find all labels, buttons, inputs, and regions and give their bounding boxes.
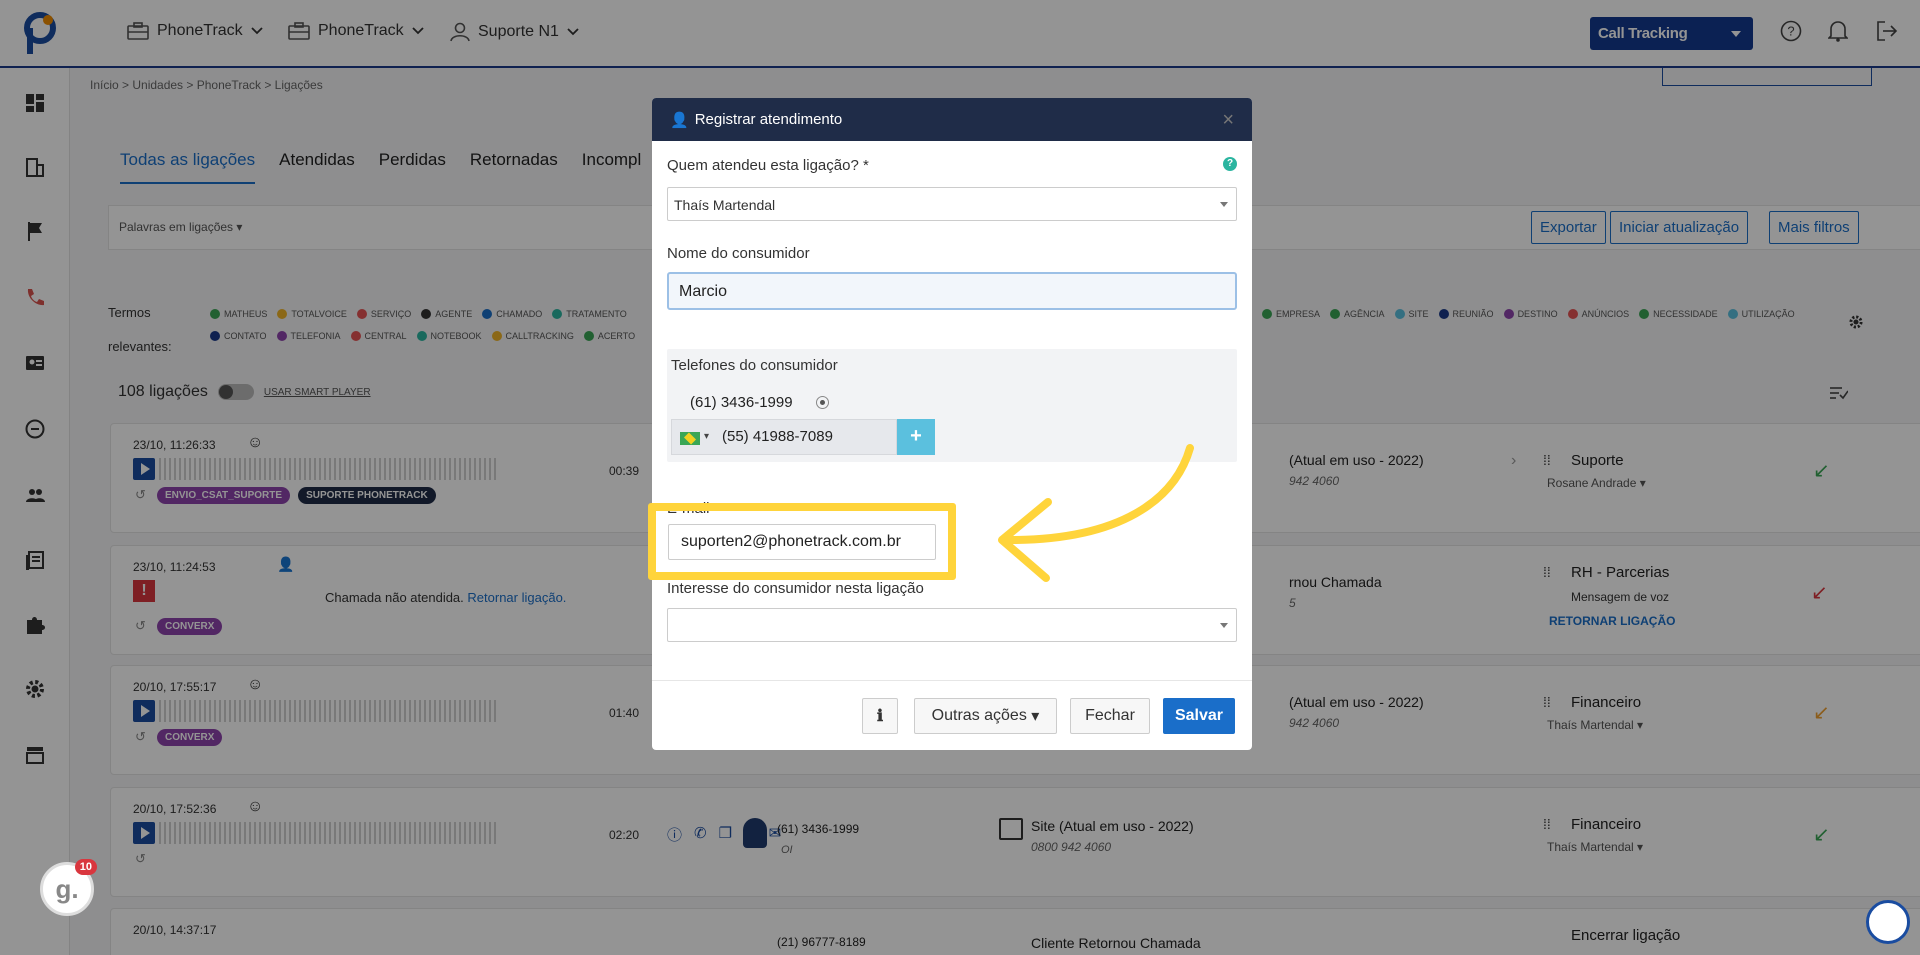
- modal-title: Registrar atendimento: [694, 111, 843, 128]
- other-actions-label: Outras ações: [931, 707, 1027, 724]
- modal-header: 👤 Registrar atendimento ×: [652, 98, 1252, 141]
- consumer-name-input[interactable]: Marcio: [667, 272, 1237, 310]
- close-icon[interactable]: ×: [1222, 109, 1234, 132]
- register-call-modal: 👤 Registrar atendimento × Quem atendeu e…: [652, 98, 1252, 750]
- save-button[interactable]: Salvar: [1163, 698, 1235, 734]
- interest-select[interactable]: [667, 608, 1237, 642]
- consumer-phones-label: Telefones do consumidor: [671, 357, 838, 374]
- interest-label: Interesse do consumidor nesta ligação: [667, 580, 924, 597]
- who-answered-select[interactable]: Thaís Martendal: [667, 187, 1237, 221]
- user-icon: 👤: [670, 111, 689, 129]
- email-highlight-box: [648, 503, 956, 580]
- support-chat-button[interactable]: [1866, 900, 1910, 944]
- info-icon: ℹ: [876, 708, 884, 725]
- info-button[interactable]: ℹ: [862, 698, 898, 734]
- modal-footer: ℹ Outras ações ▾ Fechar Salvar: [652, 680, 1252, 750]
- caret-down-icon: [1220, 202, 1228, 207]
- new-phone-input[interactable]: ▾ (55) 41988-7089: [671, 419, 897, 455]
- help-icon[interactable]: ?: [1223, 157, 1237, 171]
- tutorial-arrow-icon: [998, 444, 1194, 582]
- who-answered-value: Thaís Martendal: [674, 197, 776, 213]
- g-logo-icon: g.: [55, 873, 79, 904]
- brazil-flag-icon[interactable]: [680, 432, 700, 445]
- consumer-phone-1: (61) 3436-1999: [690, 394, 793, 411]
- add-phone-button[interactable]: +: [897, 419, 935, 455]
- caret-down-icon: ▾: [704, 431, 710, 442]
- consumer-name-label: Nome do consumidor: [667, 245, 810, 262]
- other-actions-button[interactable]: Outras ações ▾: [914, 698, 1057, 734]
- g-assistant-badge[interactable]: g. 10: [40, 859, 97, 916]
- caret-down-icon: [1220, 623, 1228, 628]
- notification-count: 10: [74, 859, 97, 875]
- caret-down-icon: ▾: [1031, 708, 1040, 725]
- primary-phone-radio[interactable]: [816, 396, 829, 409]
- close-button[interactable]: Fechar: [1070, 698, 1150, 734]
- who-answered-label: Quem atendeu esta ligação? *: [667, 157, 869, 174]
- new-phone-value: (55) 41988-7089: [722, 428, 833, 445]
